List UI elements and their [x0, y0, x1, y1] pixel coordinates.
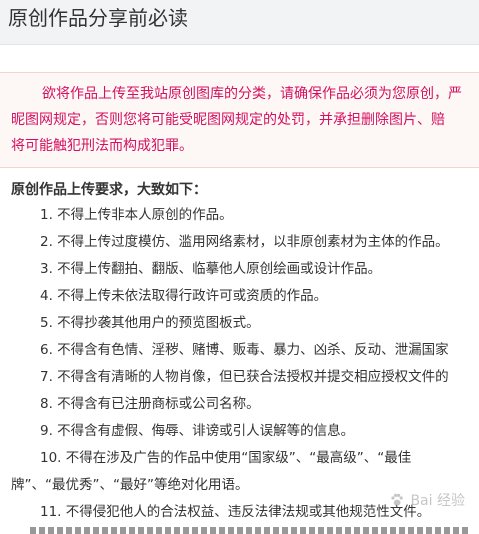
- page-title: 原创作品分享前必读: [8, 6, 188, 30]
- notice-line-1: 欲将作品上传至我站原创图库的分类，请确保作品必须为您原创，严: [42, 86, 462, 102]
- rule-item-7: 7. 不得含有清晰的人物肖像，但已获合法授权并提交相应授权文件的: [40, 369, 449, 385]
- rule-item-10-continued: 牌”、“最优秀”、“最好”等绝对化用语。: [11, 477, 249, 493]
- rule-item-5: 5. 不得抄袭其他用户的预览图板式。: [40, 315, 260, 331]
- requirements-heading: 原创作品上传要求，大致如下：: [11, 182, 207, 198]
- baidu-watermark: Bai 经验: [388, 490, 465, 510]
- rule-item-2: 2. 不得上传过度模仿、滥用网络素材，以非原创素材为主体的作品。: [40, 234, 449, 250]
- watermark-text: Bai 经验: [410, 493, 465, 509]
- rule-item-9: 9. 不得含有虚假、侮辱、诽谤或引人误解等的信息。: [40, 423, 355, 439]
- rule-item-11: 11. 不得侵犯他人的合法权益、违反法律法规或其他规范性文件。: [40, 504, 431, 520]
- rule-item-4: 4. 不得上传未依法取得行政许可或资质的作品。: [40, 288, 328, 304]
- rule-item-10: 10. 不得在涉及广告的作品中使用“国家级”、“最高级”、“最佳: [40, 450, 412, 466]
- rule-item-1: 1. 不得上传非本人原创的作品。: [40, 207, 233, 223]
- page: 原创作品分享前必读 欲将作品上传至我站原创图库的分类，请确保作品必须为您原创，严…: [0, 0, 479, 534]
- notice-line-2: 昵图网规定，否则您将可能受昵图网规定的处罚，并承担删除图片、赔: [11, 112, 445, 128]
- warning-notice: 欲将作品上传至我站原创图库的分类，请确保作品必须为您原创，严 昵图网规定，否则您…: [0, 72, 479, 168]
- rule-item-6: 6. 不得含有色情、淫秽、赌博、贩毒、暴力、凶杀、反动、泄漏国家: [40, 342, 449, 358]
- notice-line-3: 将可能触犯刑法而构成犯罪。: [11, 138, 193, 154]
- partial-next-line: [30, 527, 470, 534]
- page-header: 原创作品分享前必读: [0, 0, 479, 45]
- paw-icon: [391, 493, 403, 506]
- rule-item-8: 8. 不得含有已注册商标或公司名称。: [40, 396, 260, 412]
- rule-item-3: 3. 不得上传翻拍、翻版、临摹他人原创绘画或设计作品。: [40, 261, 382, 277]
